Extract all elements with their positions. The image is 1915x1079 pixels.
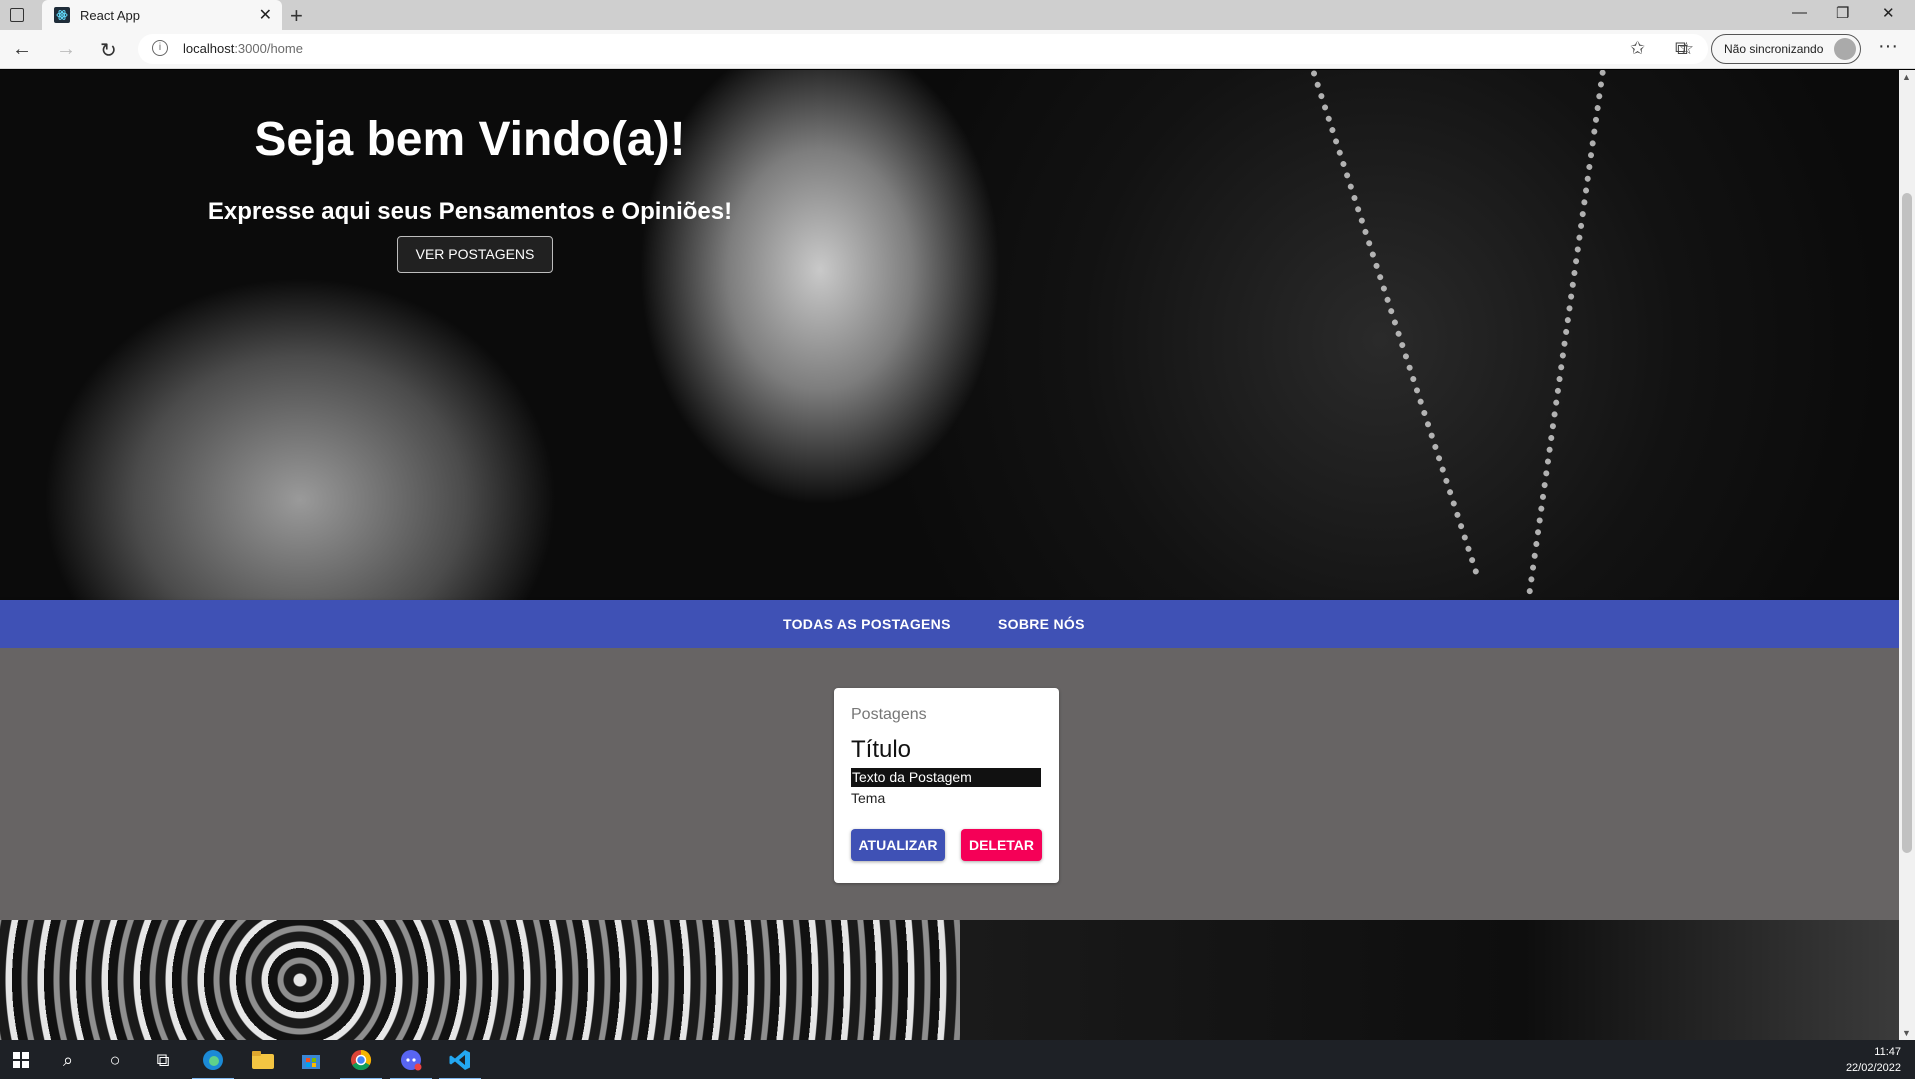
restore-icon[interactable]: ❐ [1836,4,1849,22]
windows-taskbar: ⌕ ○ ⧉ 11:47 22/02/2022 [0,1040,1915,1079]
tab-actions-icon[interactable] [10,8,24,22]
post-card-label: Postagens [851,706,927,723]
task-view-icon[interactable]: ⧉ [150,1047,176,1073]
cortana-icon[interactable]: ○ [102,1047,128,1073]
system-clock[interactable]: 11:47 22/02/2022 [1846,1044,1901,1076]
footer-photo [0,920,1899,1040]
react-favicon-icon [54,7,70,23]
discord-icon[interactable] [390,1047,432,1079]
chrome-icon[interactable] [340,1047,382,1079]
hero-subtitle: Expresse aqui seus Pensamentos e Opiniõe… [207,198,733,225]
hero-photo-detail [1526,70,1610,596]
delete-button[interactable]: DELETAR [961,829,1042,861]
update-button[interactable]: ATUALIZAR [851,829,945,861]
refresh-icon[interactable]: ↻ [100,38,117,63]
site-info-icon[interactable]: i [152,40,168,56]
scrollbar-thumb[interactable] [1902,193,1912,853]
tab-about-us[interactable]: SOBRE NÓS [998,616,1085,632]
search-icon[interactable]: ⌕ [55,1047,81,1073]
posts-menu-bar: TODAS AS POSTAGENS SOBRE NÓS [0,600,1899,648]
posts-list-area: Postagens Título Texto da Postagem Tema … [0,648,1899,920]
minimize-icon[interactable]: — [1792,4,1807,21]
address-bar-row: ← → ↻ i localhost:3000/home ☆ ✩ ⧉ Não si… [0,30,1915,69]
store-icon[interactable] [298,1047,324,1073]
hero-photo-detail [1310,70,1484,576]
scroll-down-icon[interactable]: ▼ [1902,1028,1911,1038]
avatar [1834,38,1856,60]
url-path: :3000/home [234,41,303,56]
profile-sync-label: Não sincronizando [1724,42,1824,56]
edge-icon[interactable] [192,1047,234,1079]
post-theme: Tema [851,790,886,806]
profile-sync-button[interactable]: Não sincronizando [1711,34,1861,64]
post-card: Postagens Título Texto da Postagem Tema … [834,688,1059,883]
vscode-icon[interactable] [439,1047,481,1079]
tab-title: React App [80,7,140,23]
hero-title: Seja bem Vindo(a)! [254,113,686,166]
favorites-icon[interactable]: ✩ [1630,38,1645,59]
post-text: Texto da Postagem [851,768,1041,787]
tab-all-posts[interactable]: TODAS AS POSTAGENS [783,616,951,632]
forward-icon[interactable]: → [56,38,76,61]
file-explorer-icon[interactable] [250,1047,276,1073]
url-host: localhost [183,41,235,56]
close-window-icon[interactable]: ✕ [1882,4,1895,22]
url-text: localhost:3000/home [183,41,303,56]
url-field[interactable]: i localhost:3000/home ☆ [138,34,1708,64]
post-title: Título [851,736,912,763]
footer-photo-dark-area [960,920,1899,1040]
browser-tab[interactable]: React App ✕ [42,0,282,30]
back-icon[interactable]: ← [12,38,32,61]
web-page: Seja bem Vindo(a)! Expresse aqui seus Pe… [0,70,1899,1040]
view-posts-button[interactable]: VER POSTAGENS [397,236,553,273]
windows-start-icon[interactable] [8,1047,34,1073]
hero-banner: Seja bem Vindo(a)! Expresse aqui seus Pe… [0,70,1899,600]
clock-time: 11:47 [1874,1046,1901,1058]
new-tab-icon[interactable]: + [290,3,303,29]
collections-icon[interactable]: ⧉ [1675,38,1688,59]
settings-more-icon[interactable]: ··· [1878,35,1898,58]
tab-close-icon[interactable]: ✕ [259,5,272,25]
tab-bar: React App ✕ + — ❐ ✕ [0,0,1915,30]
clock-date: 22/02/2022 [1845,1062,1901,1074]
scroll-up-icon[interactable]: ▲ [1902,72,1911,82]
page-scrollbar[interactable]: ▲ ▼ [1899,70,1915,1040]
